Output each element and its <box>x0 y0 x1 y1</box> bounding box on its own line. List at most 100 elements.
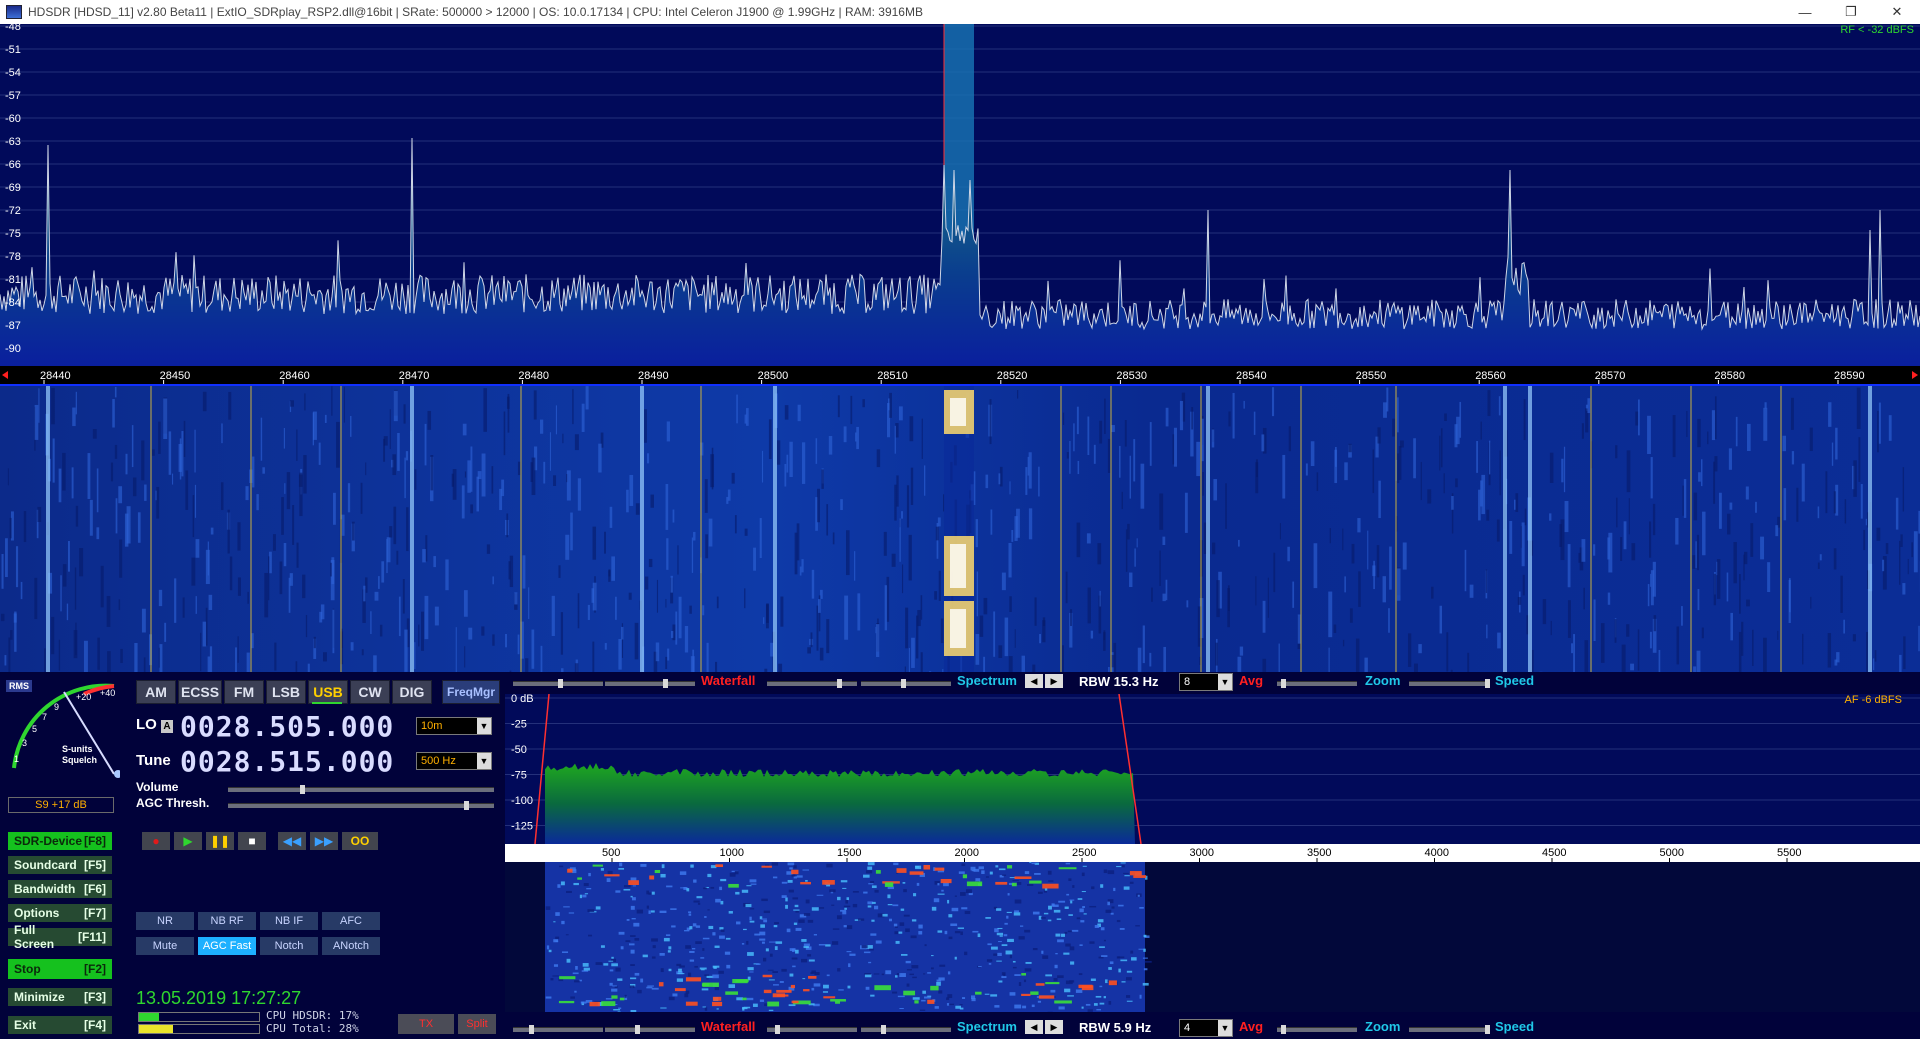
s-meter: RMS 1 3 5 7 9 +20 +40 S-units Squelch <box>4 678 122 778</box>
tune-frequency[interactable]: 0028.515.000 <box>180 745 394 778</box>
options-button[interactable]: Options [F7] <box>8 904 112 922</box>
af-waterfall-display[interactable] <box>505 862 1920 1012</box>
rf-freq-label: 28490 <box>638 370 669 382</box>
freqmgr-button[interactable]: FreqMgr <box>442 680 500 704</box>
af-frequency-axis[interactable]: 500 1000 1500 2000 2500 3000 3500 4000 4500 5000 5… <box>505 844 1920 862</box>
mode-lsb-button[interactable]: LSB <box>266 680 306 704</box>
rewind-button[interactable]: ◀◀ <box>278 832 306 850</box>
exit-button[interactable]: Exit [F4] <box>8 1016 112 1034</box>
af-freq-label: 2500 <box>1072 847 1096 859</box>
rf-toolbar: Waterfall Spectrum ◀ ▶ RBW 15.3 Hz 8 ▼ Av… <box>505 672 1920 692</box>
rbw-left-icon[interactable]: ◀ <box>1025 674 1043 688</box>
mode-ecss-button[interactable]: ECSS <box>178 680 222 704</box>
agc-thresh-slider[interactable] <box>228 801 494 810</box>
af-freq-label: 4500 <box>1542 847 1566 859</box>
rf-slider-4[interactable] <box>861 679 951 688</box>
rewind-icon: ◀◀ <box>282 834 302 848</box>
af-slider-3[interactable] <box>767 1025 857 1034</box>
mute-button[interactable]: Mute <box>136 937 194 955</box>
restore-window-button[interactable]: ❐ <box>1828 0 1874 24</box>
af-avg-label: Avg <box>1239 1019 1264 1034</box>
rbw-right-icon[interactable]: ▶ <box>1045 674 1063 688</box>
stop-playback-button[interactable]: ■ <box>238 832 266 850</box>
rf-speed-slider[interactable] <box>1409 679 1490 688</box>
af-freq-label: 1000 <box>720 847 744 859</box>
step-select[interactable]: 500 Hz ▼ <box>416 752 492 770</box>
minimize-button[interactable]: Minimize [F3] <box>8 988 112 1006</box>
rf-slider-2[interactable] <box>605 679 695 688</box>
af-db-label: -50 <box>511 744 527 756</box>
rf-avg-label: Avg <box>1239 673 1264 688</box>
af-speed-label: Speed <box>1495 1019 1535 1034</box>
lo-a-button[interactable]: A <box>161 720 173 733</box>
af-avg-select[interactable]: 4 ▼ <box>1179 1019 1233 1037</box>
lo-frequency[interactable]: 0028.505.000 <box>180 710 394 743</box>
title-bar: HDSDR [HDSD_11] v2.80 Beta11 | ExtIO_SDR… <box>0 0 1920 24</box>
af-zoom-slider[interactable] <box>1277 1025 1357 1034</box>
sdr-device-button[interactable]: SDR-Device [F8] <box>8 832 112 850</box>
fast-forward-button[interactable]: ▶▶ <box>310 832 338 850</box>
af-slider-2[interactable] <box>605 1025 695 1034</box>
rf-frequency-axis[interactable]: 28440 28450 28460 28470 28480 28490 28500 28510… <box>0 366 1920 384</box>
bandwidth-button[interactable]: Bandwidth [F6] <box>8 880 112 898</box>
rf-freq-label: 28460 <box>279 370 310 382</box>
mode-am-button[interactable]: AM <box>136 680 176 704</box>
af-slider-4[interactable] <box>861 1025 951 1034</box>
af-freq-label: 5500 <box>1777 847 1801 859</box>
tx-button[interactable]: TX <box>398 1014 454 1034</box>
rf-db-label: -69 <box>5 182 21 194</box>
af-rbw-right-icon[interactable]: ▶ <box>1045 1020 1063 1034</box>
rf-db-label: -51 <box>5 44 21 56</box>
rf-freq-label: 28510 <box>877 370 908 382</box>
soundcard-button[interactable]: Soundcard [F5] <box>8 856 112 874</box>
af-rbw-label: RBW 5.9 Hz <box>1079 1020 1152 1035</box>
nr-button[interactable]: NR <box>136 912 194 930</box>
nb-rf-button[interactable]: NB RF <box>198 912 256 930</box>
af-rbw-left-icon[interactable]: ◀ <box>1025 1020 1043 1034</box>
rf-zoom-slider[interactable] <box>1277 679 1357 688</box>
anotch-button[interactable]: ANotch <box>322 937 380 955</box>
record-button[interactable]: ● <box>142 832 170 850</box>
af-panel: Waterfall Spectrum ◀ ▶ RBW 15.3 Hz 8 ▼ Av… <box>505 672 1920 1039</box>
pause-button[interactable]: ❚❚ <box>206 832 234 850</box>
agc-fast-button[interactable]: AGC Fast <box>198 937 256 955</box>
af-slider-1[interactable] <box>513 1025 603 1034</box>
volume-slider[interactable] <box>228 785 494 794</box>
af-speed-slider[interactable] <box>1409 1025 1490 1034</box>
nb-if-button[interactable]: NB IF <box>260 912 318 930</box>
mode-cw-button[interactable]: CW <box>350 680 390 704</box>
chevron-down-icon: ▼ <box>1218 1020 1232 1036</box>
af-freq-label: 500 <box>602 847 620 859</box>
rf-freq-label: 28480 <box>518 370 549 382</box>
afc-button[interactable]: AFC <box>322 912 380 930</box>
rf-avg-select[interactable]: 8 ▼ <box>1179 673 1233 691</box>
af-freq-label: 5000 <box>1660 847 1684 859</box>
chevron-down-icon: ▼ <box>477 718 491 734</box>
split-button[interactable]: Split <box>458 1014 496 1034</box>
minimize-window-button[interactable]: — <box>1782 0 1828 24</box>
close-window-button[interactable]: ✕ <box>1874 0 1920 24</box>
rf-slider-3[interactable] <box>767 679 857 688</box>
fast-forward-icon: ▶▶ <box>314 834 334 848</box>
rms-button[interactable]: RMS <box>6 680 32 692</box>
rf-slider-1[interactable] <box>513 679 603 688</box>
rf-freq-label: 28450 <box>160 370 191 382</box>
rf-freq-label: 28520 <box>997 370 1028 382</box>
af-level-readout: AF -6 dBFS <box>1844 694 1902 706</box>
full-screen-button[interactable]: Full Screen [F11] <box>8 923 112 951</box>
af-spectrum-label: Spectrum <box>957 1019 1017 1034</box>
mode-fm-button[interactable]: FM <box>224 680 264 704</box>
loop-button[interactable]: OO <box>342 832 378 850</box>
mode-dig-button[interactable]: DIG <box>392 680 432 704</box>
mode-usb-button[interactable]: USB <box>308 680 348 704</box>
rf-db-label: -87 <box>5 320 21 332</box>
rf-spectrum-display[interactable]: -48 -51 -54 -57 -60 -63 -66 -69 -72 -75 -78 -81 -84 -… <box>0 21 1920 366</box>
af-db-label: -25 <box>511 719 527 731</box>
cpu-total-bar <box>138 1024 260 1034</box>
notch-button[interactable]: Notch <box>260 937 318 955</box>
af-spectrum-display[interactable]: 0 dB -25 -50 -75 -100 -125 AF -6 dBFS <box>505 693 1920 845</box>
stop-button[interactable]: Stop [F2] <box>8 959 112 979</box>
play-button[interactable]: ▶ <box>174 832 202 850</box>
rf-waterfall-display[interactable] <box>0 386 1920 672</box>
band-select[interactable]: 10m ▼ <box>416 717 492 735</box>
